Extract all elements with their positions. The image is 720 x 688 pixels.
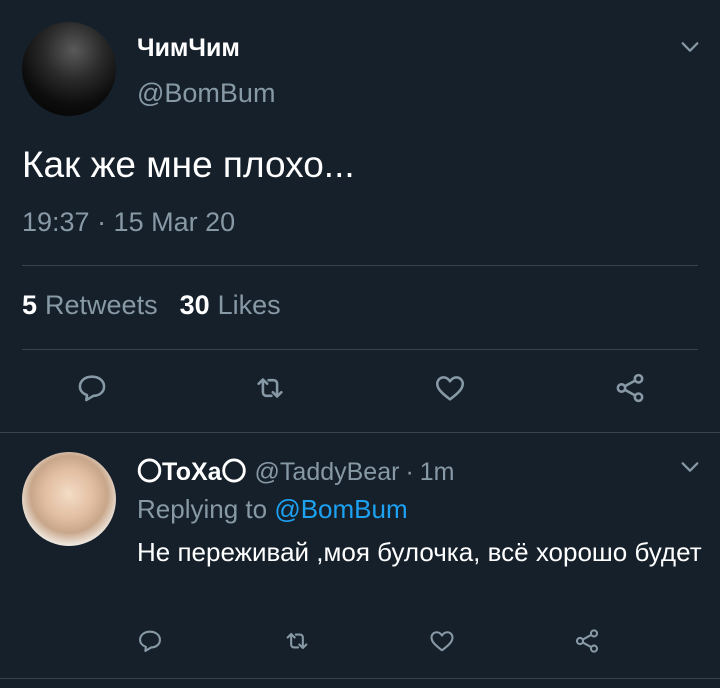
retweet-icon <box>286 632 308 650</box>
share-icon <box>616 373 644 403</box>
reply-avatar[interactable] <box>22 452 116 546</box>
like-button[interactable] <box>425 624 459 658</box>
reply-timestamp[interactable]: 1m <box>420 458 455 487</box>
avatar[interactable] <box>22 22 116 116</box>
divider <box>0 678 720 679</box>
retweet-button[interactable] <box>280 624 314 658</box>
divider <box>22 265 698 266</box>
like-button[interactable] <box>430 368 470 408</box>
chevron-down-icon[interactable] <box>679 456 701 478</box>
reply-bubble-icon <box>78 375 106 402</box>
likes-label: Likes <box>217 290 281 320</box>
user-handle[interactable]: @BomBum <box>137 78 275 109</box>
tweet-text: Как же мне плохо... <box>22 144 355 185</box>
replying-to-label: Replying to <box>137 494 268 524</box>
display-name[interactable]: ЧимЧим <box>137 34 240 63</box>
retweet-button[interactable] <box>250 368 290 408</box>
tweet-stats: 5 Retweets 30 Likes <box>22 290 281 321</box>
reply-text: Не переживай ,моя булочка, всё хорошо бу… <box>137 537 702 567</box>
divider <box>22 349 698 350</box>
likes-stat[interactable]: 30 Likes <box>180 290 281 321</box>
reply-bubble-icon <box>139 630 161 652</box>
share-icon <box>575 629 599 653</box>
divider <box>0 432 720 433</box>
reply-header: 〇ТоХа〇 @TaddyBear · 1m <box>137 452 455 488</box>
tweet-timestamp[interactable]: 19:37 · 15 Mar 20 <box>22 207 235 238</box>
retweets-count: 5 <box>22 290 38 320</box>
heart-icon <box>435 376 465 401</box>
replying-to-mention[interactable]: @BomBum <box>274 494 407 524</box>
chevron-down-icon[interactable] <box>679 36 701 58</box>
reply-display-name[interactable]: 〇ТоХа〇 <box>137 452 247 488</box>
reply-user-handle[interactable]: @TaddyBear <box>255 458 400 487</box>
retweet-icon <box>257 378 283 398</box>
replying-to: Replying to @BomBum <box>137 494 408 525</box>
likes-count: 30 <box>179 290 210 320</box>
retweets-stat[interactable]: 5 Retweets <box>22 290 158 321</box>
separator-dot: · <box>405 458 414 486</box>
reply-button[interactable] <box>133 624 167 658</box>
retweets-label: Retweets <box>45 290 158 320</box>
heart-icon <box>430 631 454 652</box>
reply-button[interactable] <box>72 368 112 408</box>
share-button[interactable] <box>570 624 604 658</box>
share-button[interactable] <box>610 368 650 408</box>
